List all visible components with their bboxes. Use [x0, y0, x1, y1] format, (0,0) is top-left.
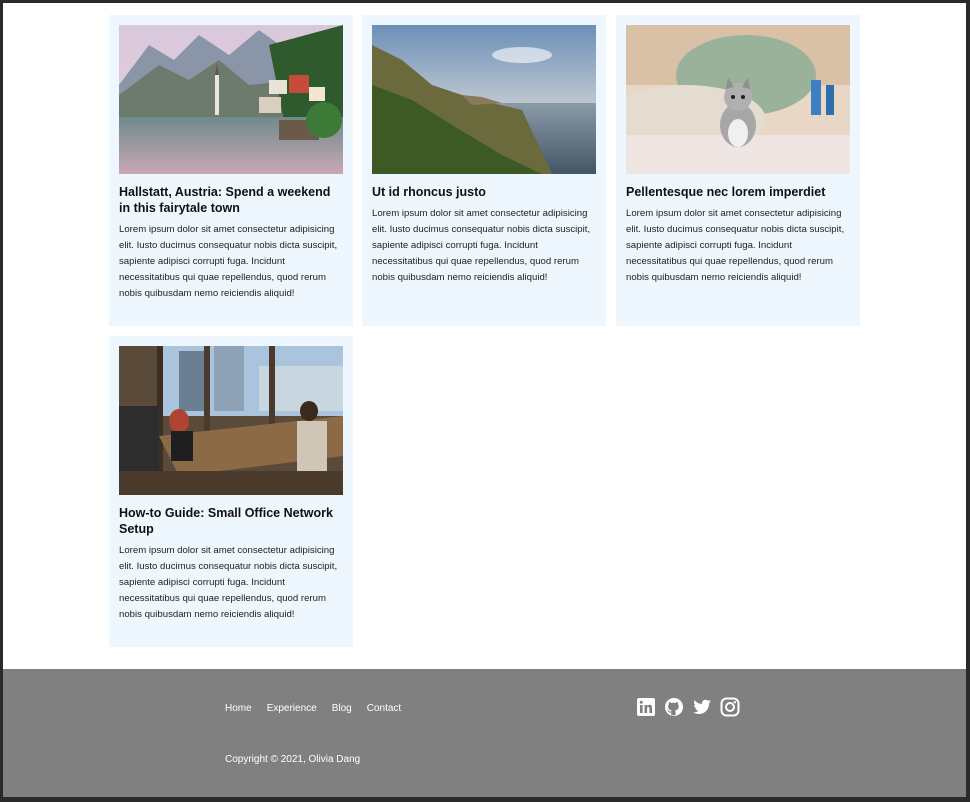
linkedin-icon[interactable]	[636, 697, 656, 717]
post-image-coastline[interactable]	[372, 25, 596, 174]
footer-link-contact[interactable]: Contact	[367, 703, 401, 714]
copyright-text: Copyright © 2021, Olivia Dang	[225, 754, 361, 765]
twitter-icon[interactable]	[692, 697, 712, 717]
footer-nav: Home Experience Blog Contact	[225, 703, 416, 714]
browser-viewport: Hallstatt, Austria: Spend a weekend in t…	[3, 3, 966, 797]
post-title[interactable]: How-to Guide: Small Office Network Setup	[119, 505, 343, 537]
post-title[interactable]: Ut id rhoncus justo	[372, 184, 596, 200]
post-excerpt: Lorem ipsum dolor sit amet consectetur a…	[372, 208, 591, 283]
footer-link-home[interactable]: Home	[225, 703, 252, 714]
post-excerpt: Lorem ipsum dolor sit amet consectetur a…	[119, 224, 338, 299]
post-title[interactable]: Hallstatt, Austria: Spend a weekend in t…	[119, 184, 343, 216]
post-excerpt: Lorem ipsum dolor sit amet consectetur a…	[626, 208, 845, 283]
social-links	[636, 697, 748, 717]
post-image-office[interactable]	[119, 346, 343, 495]
instagram-icon[interactable]	[720, 697, 740, 717]
site-footer: Home Experience Blog Contact Copyright ©…	[3, 669, 966, 797]
post-card-rhoncus[interactable]: Ut id rhoncus justo Lorem ipsum dolor si…	[362, 15, 606, 326]
post-image-hallstatt[interactable]	[119, 25, 343, 174]
footer-link-experience[interactable]: Experience	[267, 703, 317, 714]
post-excerpt: Lorem ipsum dolor sit amet consectetur a…	[119, 545, 338, 620]
post-title[interactable]: Pellentesque nec lorem imperdiet	[626, 184, 850, 200]
post-card-hallstatt[interactable]: Hallstatt, Austria: Spend a weekend in t…	[109, 15, 353, 326]
post-image-kitten[interactable]	[626, 25, 850, 174]
post-card-pellentesque[interactable]: Pellentesque nec lorem imperdiet Lorem i…	[616, 15, 860, 326]
github-icon[interactable]	[664, 697, 684, 717]
footer-link-blog[interactable]: Blog	[332, 703, 352, 714]
post-card-office-network[interactable]: How-to Guide: Small Office Network Setup…	[109, 336, 353, 647]
